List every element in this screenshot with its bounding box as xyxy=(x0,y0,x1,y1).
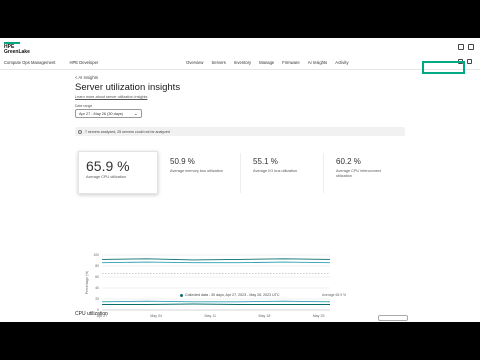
top-bar: HPE GreenLake xyxy=(0,38,480,57)
nav-overview[interactable]: Overview xyxy=(186,60,203,65)
card-label: Average memory bus utilization xyxy=(170,169,223,173)
analysis-notice: 7 servers analyzed, 25 servers could not… xyxy=(75,127,405,136)
card-label: Average CPU interconnect utilization xyxy=(336,169,381,179)
hpe-greenlake-logo[interactable]: HPE GreenLake xyxy=(4,42,30,56)
top-icons xyxy=(458,44,474,50)
learn-more-link[interactable]: Learn more about server utilization insi… xyxy=(75,95,147,99)
card-label: Average I/O bus utilization xyxy=(253,169,298,173)
nav-servers[interactable]: Servers xyxy=(211,60,225,65)
date-range-select[interactable]: Apr 27 - May 26 (30 days) ⌄ xyxy=(75,109,142,118)
series-line xyxy=(101,300,331,303)
card-value: 65.9 % xyxy=(86,158,130,174)
nav-manage[interactable]: Manage xyxy=(259,60,274,65)
card-io-bus[interactable]: 55.1 % Average I/O bus utilization xyxy=(246,153,324,193)
x-tick-label: May 11 xyxy=(205,314,217,318)
card-cpu-interconnect[interactable]: 60.2 % Average CPU interconnect utilizat… xyxy=(329,153,407,193)
nav-firmware[interactable]: Firmware xyxy=(282,60,299,65)
info-icon xyxy=(78,129,82,134)
y-tick-label: 80 xyxy=(95,264,99,268)
date-range-label: Date range xyxy=(75,104,93,108)
settings-icon[interactable] xyxy=(467,59,472,64)
card-memory-bus[interactable]: 50.9 % Average memory bus utilization xyxy=(163,153,241,193)
x-tick-label: May 04 xyxy=(150,314,162,318)
logo-line-2: GreenLake xyxy=(4,49,30,55)
chevron-down-icon: ⌄ xyxy=(133,111,138,117)
help-icon[interactable] xyxy=(458,44,464,50)
workspace-name[interactable]: HPE Developer xyxy=(69,60,98,65)
card-cpu-utilization[interactable]: 65.9 % Average CPU utilization xyxy=(78,151,158,194)
cpu-utilization-heading: CPU utilization xyxy=(75,311,108,317)
date-range-value: Apr 27 - May 26 (30 days) xyxy=(79,112,123,116)
nav-bar: Compute Ops Management HPE Developer Ove… xyxy=(0,57,480,70)
series-line xyxy=(101,261,331,264)
card-value: 50.9 % xyxy=(170,157,195,166)
cpu-utilization-button[interactable] xyxy=(378,315,408,321)
legend-average: Average 65.9 % xyxy=(322,293,347,297)
chart-legend: Collected data - 30 days, Apr 27, 2023 -… xyxy=(180,293,280,297)
user-icon[interactable] xyxy=(468,44,474,50)
app-name[interactable]: Compute Ops Management xyxy=(4,60,55,65)
page-title: Server utilization insights xyxy=(75,82,181,93)
app-window: HPE GreenLake Compute Ops Management HPE… xyxy=(0,38,480,322)
nav-ai-insights[interactable]: AI Insights xyxy=(308,60,328,65)
y-tick-label: 20 xyxy=(95,297,99,301)
legend-collected: Collected data - 30 days, Apr 27, 2023 -… xyxy=(185,293,280,297)
card-label: Average CPU utilization xyxy=(86,175,127,179)
notice-text: 7 servers analyzed, 25 servers could not… xyxy=(85,129,170,134)
y-tick-label: 60 xyxy=(95,275,99,279)
highlight-box xyxy=(422,61,465,74)
x-tick-label: May 18 xyxy=(259,314,271,318)
y-tick-label: 40 xyxy=(95,286,99,290)
card-value: 60.2 % xyxy=(336,157,361,166)
nav-inventory[interactable]: Inventory xyxy=(234,60,251,65)
y-tick-label: 100 xyxy=(93,253,99,257)
utilization-chart: 100806040200Percentage (%)Apr 27 May 04 Ma… xyxy=(85,253,331,318)
x-tick-label: May 25 xyxy=(313,314,325,318)
nav-links: Overview Servers Inventory Manage Firmwa… xyxy=(186,60,349,65)
y-axis-label: Percentage (%) xyxy=(85,271,89,295)
back-label: AI Insights xyxy=(78,75,98,80)
back-link[interactable]: < AI Insights xyxy=(75,75,98,80)
series-line xyxy=(101,258,331,261)
nav-activity[interactable]: Activity xyxy=(335,60,348,65)
nav-left: Compute Ops Management HPE Developer xyxy=(4,60,98,65)
series-line xyxy=(102,303,330,305)
card-value: 55.1 % xyxy=(253,157,278,166)
legend-dot xyxy=(180,293,183,297)
